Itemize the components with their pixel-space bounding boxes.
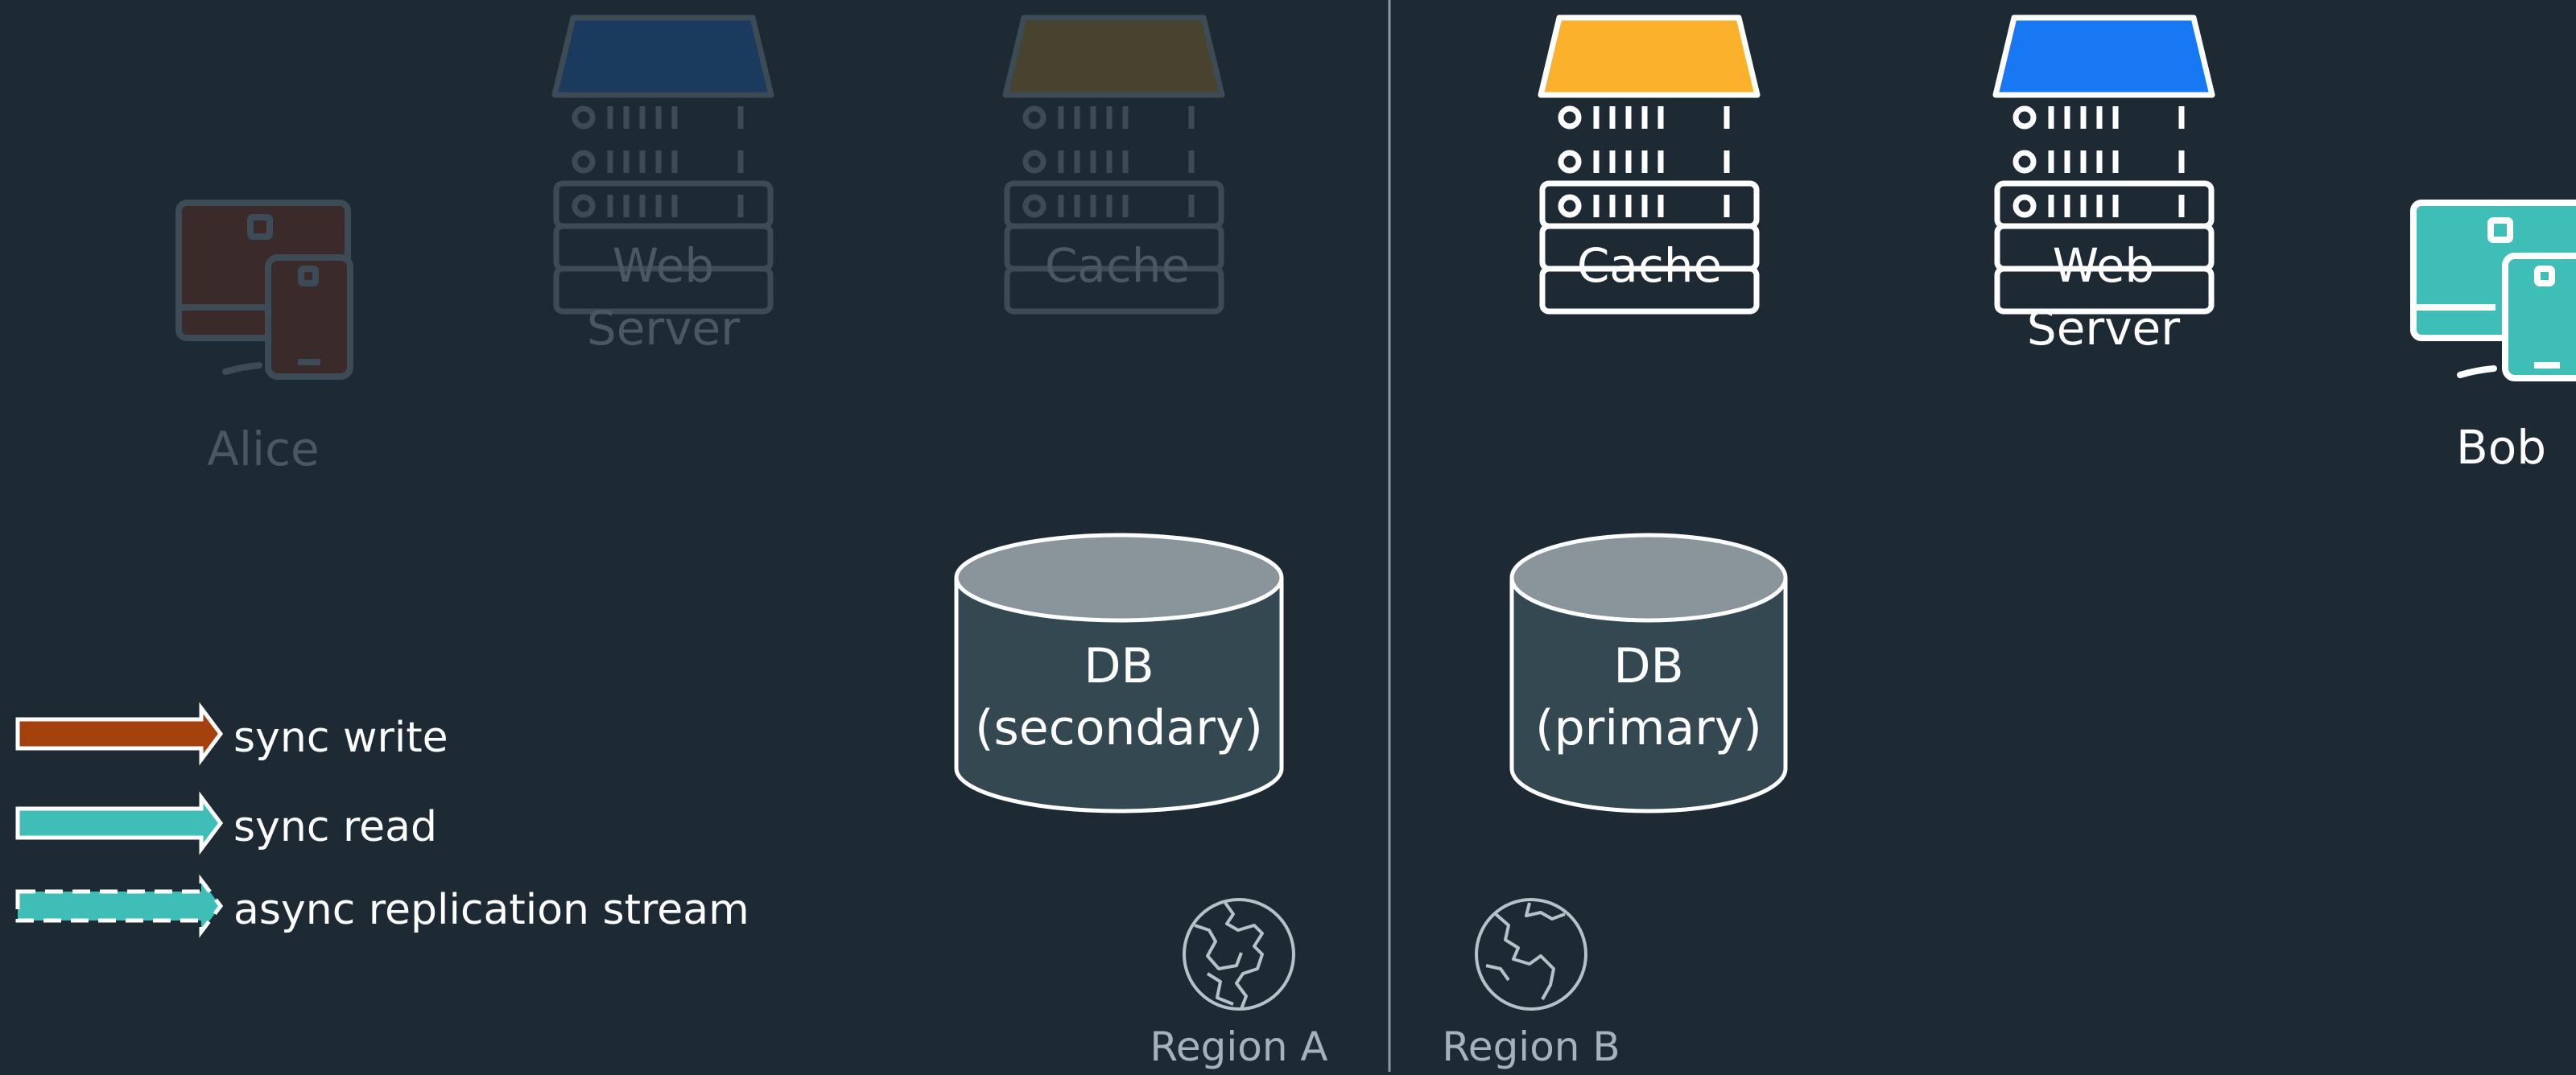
cache-b-label: Cache [1577, 238, 1722, 293]
web-server-b-label-line1: Web [2053, 238, 2154, 293]
legend-sync-read-arrow [15, 791, 224, 855]
legend-sync-read-label: sync read [233, 803, 437, 851]
region-b-label: Region B [1442, 1024, 1620, 1070]
web-server-b-label-line2: Server [2027, 301, 2180, 356]
alice-device-icon [175, 200, 353, 380]
cache-a-label: Cache [1045, 238, 1190, 293]
db-secondary-label-line1: DB [1084, 638, 1154, 694]
web-server-a-label-line1: Web [613, 238, 714, 293]
db-secondary-label-line2: (secondary) [975, 700, 1263, 756]
globe-b-icon [1475, 898, 1587, 1011]
diagram-canvas: Alice Web Server Cache DB (secondary) Re… [0, 0, 2576, 1072]
bob-device-icon [2410, 200, 2576, 381]
legend-sync-write-label: sync write [233, 714, 448, 762]
db-primary-label-line2: (primary) [1535, 700, 1762, 756]
region-a-label: Region A [1150, 1024, 1327, 1070]
legend-async-replication-arrow [15, 874, 224, 938]
diagram-svg: Alice Web Server Cache DB (secondary) Re… [15, 0, 2576, 1072]
bob-label: Bob [2456, 420, 2546, 475]
legend-async-replication-label: async replication stream [233, 886, 749, 934]
db-primary-label-line1: DB [1613, 638, 1683, 694]
globe-a-icon [1183, 898, 1295, 1011]
legend-sync-write-arrow [15, 702, 224, 766]
alice-label: Alice [207, 422, 319, 476]
legend: sync write sync read async replication s… [15, 702, 749, 938]
web-server-a-label-line2: Server [587, 301, 740, 356]
